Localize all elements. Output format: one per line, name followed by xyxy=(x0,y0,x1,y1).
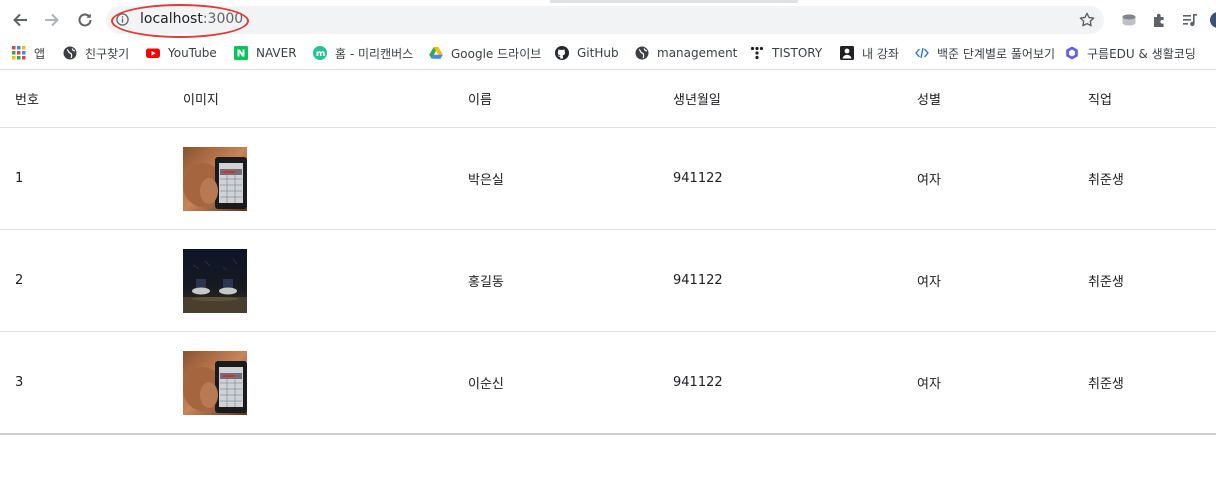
header-number: 번호 xyxy=(15,93,39,108)
cell-name: 홍길동 xyxy=(468,275,504,290)
reload-icon xyxy=(78,13,92,27)
puzzle-icon xyxy=(1154,13,1164,27)
bookmark-label: Google 드라이브 xyxy=(451,46,542,61)
cell-job: 취준생 xyxy=(1088,377,1124,392)
table-row: 2 홍길동 941122 여자 취준생 xyxy=(0,230,1216,332)
tab-strip-edge xyxy=(0,0,1216,3)
cell-gender: 여자 xyxy=(917,377,941,392)
bookmark-naver[interactable]: NAVER xyxy=(234,43,297,63)
bookmark-tistory[interactable]: TISTORY xyxy=(750,43,822,63)
cell-image xyxy=(183,332,247,433)
code-icon xyxy=(915,46,929,60)
customer-photo xyxy=(183,248,247,313)
bookmark-apps[interactable]: 앱 xyxy=(12,43,45,63)
customer-table: 번호 이미지 이름 생년월일 성별 직업 1 박은실 941122 여자 취준생… xyxy=(0,70,1216,434)
forward-icon xyxy=(45,13,59,27)
bookmark-label: management xyxy=(657,46,738,60)
profile-avatar[interactable] xyxy=(1210,12,1216,28)
bookmark-label: 구름EDU & 생활코딩 xyxy=(1087,46,1196,61)
extension-button[interactable] xyxy=(1120,11,1138,29)
back-button[interactable] xyxy=(9,9,31,31)
cell-birthday: 941122 xyxy=(673,375,723,390)
globe-icon xyxy=(63,46,77,60)
person-icon xyxy=(840,46,854,60)
cell-birthday: 941122 xyxy=(673,273,723,288)
table-row: 3 이순신 941122 여자 취준생 xyxy=(0,332,1216,434)
header-image: 이미지 xyxy=(183,93,219,108)
cell-number: 2 xyxy=(15,273,24,288)
bookmark-label: NAVER xyxy=(256,46,297,60)
bookmark-goorm[interactable]: 구름EDU & 생활코딩 xyxy=(1065,43,1196,63)
bookmark-youtube[interactable]: YouTube xyxy=(146,43,217,63)
bookmark-label: TISTORY xyxy=(772,46,823,60)
header-job: 직업 xyxy=(1088,93,1112,108)
github-icon xyxy=(555,46,569,60)
bookmark-label: GitHub xyxy=(577,46,619,60)
extension-icon xyxy=(1122,14,1136,26)
customer-photo xyxy=(183,350,247,415)
bookmark-github[interactable]: GitHub xyxy=(555,43,619,63)
paper-shadow xyxy=(0,433,1216,435)
tab-edge-segment xyxy=(0,0,550,3)
cell-name: 박은실 xyxy=(468,173,504,188)
bookmark-miricanvas[interactable]: 홈 - 미리캔버스 xyxy=(313,43,413,63)
tab-edge-segment xyxy=(798,0,1216,3)
bookmark-friend-finder[interactable]: 친구찾기 xyxy=(63,43,129,63)
youtube-icon xyxy=(146,46,160,60)
bookmark-my-courses[interactable]: 내 강좌 xyxy=(840,43,899,63)
address-bar[interactable] xyxy=(106,6,1104,34)
cell-number: 1 xyxy=(15,171,24,186)
cell-birthday: 941122 xyxy=(673,171,723,186)
table-row: 1 박은실 941122 여자 취준생 xyxy=(0,128,1216,230)
cell-image xyxy=(183,128,247,229)
customer-photo xyxy=(183,146,247,211)
cell-gender: 여자 xyxy=(917,173,941,188)
playlist-icon xyxy=(1183,14,1197,27)
naver-icon xyxy=(234,46,248,60)
forward-button[interactable] xyxy=(41,9,63,31)
tistory-icon xyxy=(750,46,764,60)
cell-name: 이순신 xyxy=(468,377,504,392)
bookmark-label: 홈 - 미리캔버스 xyxy=(335,46,414,61)
bookmark-label: 내 강좌 xyxy=(862,46,899,61)
bookmarks-bar: 앱 친구찾기 YouTube NAVER 홈 - 미리캔버스 Google 드라… xyxy=(0,38,1216,68)
header-birthday: 생년월일 xyxy=(673,93,721,108)
goorm-icon xyxy=(1065,46,1079,60)
cell-image xyxy=(183,230,247,331)
extensions-menu-button[interactable] xyxy=(1151,11,1169,29)
miricanvas-icon xyxy=(313,46,327,60)
bookmark-google-drive[interactable]: Google 드라이브 xyxy=(429,43,541,63)
table-header-row: 번호 이미지 이름 생년월일 성별 직업 xyxy=(0,70,1216,128)
bookmark-label: 앱 xyxy=(34,46,46,61)
cell-job: 취준생 xyxy=(1088,275,1124,290)
apps-grid-icon xyxy=(12,46,26,60)
globe-icon xyxy=(635,46,649,60)
bookmark-label: 백준 단계별로 풀어보기 xyxy=(937,46,1056,61)
media-control-button[interactable] xyxy=(1181,11,1199,29)
browser-toolbar: localhost:3000 xyxy=(0,0,1216,38)
star-icon[interactable] xyxy=(1078,11,1096,29)
cell-number: 3 xyxy=(15,375,24,390)
bookmark-label: 친구찾기 xyxy=(85,46,130,61)
bookmark-management[interactable]: management xyxy=(635,43,737,63)
cell-job: 취준생 xyxy=(1088,173,1124,188)
url-highlight-circle xyxy=(111,4,249,38)
bookmark-label: YouTube xyxy=(168,46,217,60)
cell-gender: 여자 xyxy=(917,275,941,290)
header-gender: 성별 xyxy=(917,93,941,108)
reload-button[interactable] xyxy=(74,9,96,31)
bookmark-baekjoon[interactable]: 백준 단계별로 풀어보기 xyxy=(915,43,1055,63)
header-name: 이름 xyxy=(468,93,492,108)
google-drive-icon xyxy=(429,46,443,60)
back-icon xyxy=(13,13,27,27)
